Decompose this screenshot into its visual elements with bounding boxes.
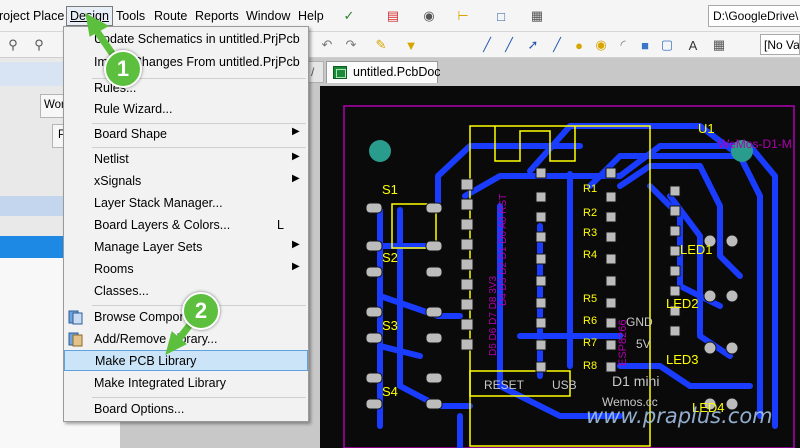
watermark-text: www.praplus.com [586,404,773,428]
callout-badge-2: 2 [182,292,220,330]
callout-badge-1: 1 [104,50,142,88]
